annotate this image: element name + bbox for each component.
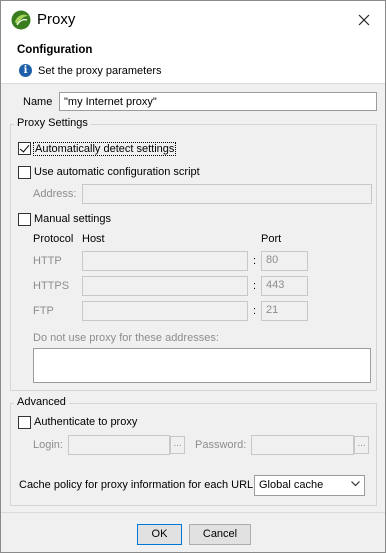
ftp-port-input[interactable]: 21 [261,301,308,321]
password-input[interactable] [251,435,354,455]
auto-detect-checkbox[interactable] [18,142,31,155]
login-input[interactable] [68,435,170,455]
app-logo-icon [11,10,31,30]
name-input[interactable] [59,92,377,111]
auto-script-checkbox[interactable] [18,166,31,179]
auto-script-label[interactable]: Use automatic configuration script [34,166,200,178]
footer-divider [1,512,385,513]
login-label: Login: [33,439,63,451]
dialog-header: Configuration i Set the proxy parameters [1,39,385,84]
ftp-separator: : [253,305,257,317]
advanced-title: Advanced [14,396,69,408]
cache-policy-select[interactable]: Global cache [254,475,365,496]
https-protocol-label: HTTPS [33,280,70,292]
address-input[interactable] [82,184,372,204]
manual-settings-label[interactable]: Manual settings [34,213,111,225]
header-subtitle-row: i Set the proxy parameters [19,64,162,77]
protocol-column-header: Protocol [33,233,74,245]
address-label: Address: [33,188,77,200]
window-title: Proxy [37,11,76,28]
password-label: Password: [195,439,247,451]
http-separator: : [253,255,257,267]
https-port-input[interactable]: 443 [261,276,308,296]
title-bar: Proxy [1,1,385,39]
ftp-protocol-label: FTP [33,305,54,317]
http-host-input[interactable] [82,251,248,271]
authenticate-checkbox[interactable] [18,416,31,429]
password-browse-button[interactable]: ... [354,436,369,454]
close-icon [358,14,370,26]
ok-button[interactable]: OK [137,524,182,545]
bypass-label: Do not use proxy for these addresses: [33,332,219,344]
header-title: Configuration [17,44,93,56]
proxy-settings-title: Proxy Settings [14,117,91,129]
close-button[interactable] [351,7,377,33]
cache-policy-label: Cache policy for proxy information for e… [19,479,254,491]
host-column-header: Host [82,233,105,245]
authenticate-label[interactable]: Authenticate to proxy [34,416,137,428]
chevron-down-icon [351,481,360,487]
ftp-host-input[interactable] [82,301,248,321]
cancel-button[interactable]: Cancel [189,524,251,545]
cache-policy-value: Global cache [259,479,324,491]
https-host-input[interactable] [82,276,248,296]
header-subtitle: Set the proxy parameters [38,64,162,77]
https-separator: : [253,280,257,292]
bypass-textarea[interactable] [33,348,371,383]
auto-detect-label[interactable]: Automatically detect settings [33,142,177,156]
proxy-dialog: Proxy Configuration i Set the proxy para… [0,0,386,553]
port-column-header: Port [261,233,282,245]
manual-settings-checkbox[interactable] [18,213,31,226]
name-label: Name [23,96,53,108]
info-icon: i [19,64,32,77]
http-port-input[interactable]: 80 [261,251,308,271]
http-protocol-label: HTTP [33,255,62,267]
login-browse-button[interactable]: ... [170,436,185,454]
